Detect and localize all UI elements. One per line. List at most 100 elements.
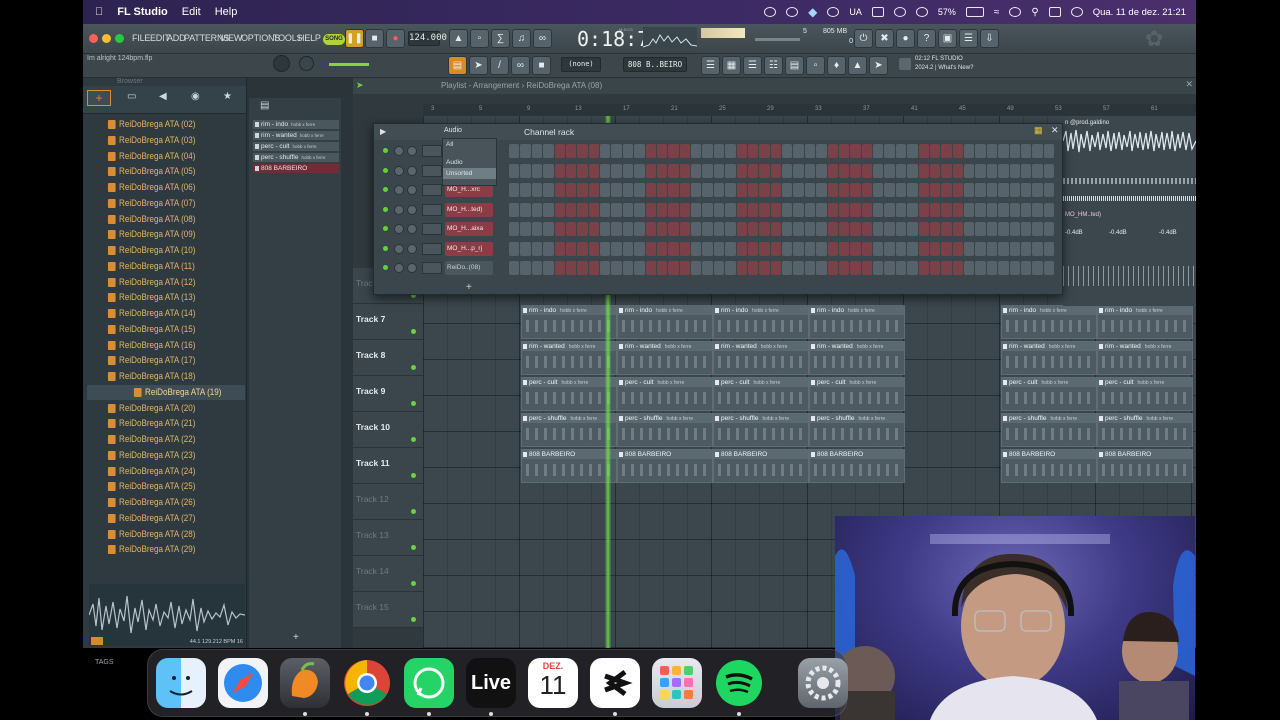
browser-item[interactable]: ReiDoBrega ATA (07) bbox=[107, 196, 195, 211]
step-button[interactable] bbox=[838, 261, 850, 275]
step-button[interactable] bbox=[998, 241, 1009, 256]
step-button[interactable] bbox=[509, 163, 520, 178]
step-button[interactable] bbox=[554, 202, 565, 217]
step-button[interactable] bbox=[850, 241, 861, 256]
metronome-button[interactable]: ▲ bbox=[449, 29, 468, 48]
play-icon[interactable] bbox=[915, 7, 928, 17]
step-button[interactable] bbox=[998, 202, 1009, 217]
step-button[interactable] bbox=[873, 261, 884, 275]
pattern-clip[interactable]: rim - wanted hobb x ferre bbox=[617, 341, 713, 375]
countdown-button[interactable]: ∑ bbox=[491, 29, 510, 48]
step-button[interactable] bbox=[861, 261, 872, 275]
step-button[interactable] bbox=[759, 261, 770, 275]
step-button[interactable] bbox=[565, 261, 577, 275]
step-button[interactable] bbox=[827, 163, 838, 178]
pattern-selector[interactable]: (none) bbox=[561, 57, 601, 72]
step-button[interactable] bbox=[645, 144, 656, 158]
step-button[interactable] bbox=[1032, 163, 1043, 178]
step-button[interactable] bbox=[873, 241, 884, 256]
step-button[interactable] bbox=[964, 163, 975, 178]
channel-mute-led[interactable] bbox=[383, 148, 388, 153]
wifi-icon[interactable]: ≈ bbox=[994, 7, 1000, 18]
step-button[interactable] bbox=[554, 183, 565, 197]
apple-icon[interactable]:  bbox=[95, 6, 103, 18]
step-button[interactable] bbox=[838, 241, 850, 256]
step-button[interactable] bbox=[1009, 183, 1020, 197]
browser-item[interactable]: ReiDoBrega ATA (03) bbox=[107, 133, 195, 148]
pattern-clip[interactable]: 808 BARBEIRO bbox=[713, 449, 809, 483]
master-pitch-knob[interactable] bbox=[299, 56, 314, 71]
step-button[interactable] bbox=[907, 163, 918, 178]
step-button[interactable] bbox=[998, 222, 1009, 236]
step-button[interactable] bbox=[520, 144, 531, 158]
cut-icon[interactable]: ✖ bbox=[875, 29, 894, 48]
step-button[interactable] bbox=[952, 261, 963, 275]
tempo-display[interactable]: 124.000 bbox=[408, 31, 447, 46]
step-button[interactable] bbox=[964, 183, 975, 197]
track-header[interactable]: Track 14 bbox=[353, 556, 423, 592]
help-icon[interactable]: ? bbox=[917, 29, 936, 48]
track-enable-led[interactable] bbox=[411, 401, 416, 406]
step-button[interactable] bbox=[793, 241, 804, 256]
step-button[interactable] bbox=[1009, 241, 1020, 256]
step-button[interactable] bbox=[759, 144, 770, 158]
step-button[interactable] bbox=[1020, 261, 1032, 275]
track-enable-led[interactable] bbox=[411, 473, 416, 478]
step-button[interactable] bbox=[611, 144, 622, 158]
step-button[interactable] bbox=[668, 144, 679, 158]
step-button[interactable] bbox=[736, 183, 747, 197]
pattern-clip[interactable]: rim - wanted hobb x ferre bbox=[521, 341, 617, 375]
menu-view[interactable]: VIEW bbox=[220, 33, 242, 43]
power-icon[interactable]: ⏻ bbox=[854, 29, 873, 48]
step-button[interactable] bbox=[918, 183, 929, 197]
step-button[interactable] bbox=[713, 241, 725, 256]
step-button[interactable] bbox=[520, 222, 531, 236]
step-button[interactable] bbox=[713, 261, 725, 275]
browser-item[interactable]: ReiDoBrega ATA (27) bbox=[107, 511, 195, 526]
pattern-clip[interactable]: perc - shuffle hobb x ferre bbox=[809, 413, 905, 447]
step-button[interactable] bbox=[588, 261, 599, 275]
step-button[interactable] bbox=[736, 144, 747, 158]
step-button[interactable] bbox=[747, 241, 759, 256]
step-button[interactable] bbox=[622, 183, 634, 197]
step-button[interactable] bbox=[827, 183, 838, 197]
step-button[interactable] bbox=[679, 183, 690, 197]
channel-pan-knob[interactable] bbox=[407, 263, 417, 273]
step-button[interactable] bbox=[850, 261, 861, 275]
browser-star-icon[interactable]: ★ bbox=[223, 91, 232, 102]
step-button[interactable] bbox=[691, 241, 702, 256]
pattern-clip[interactable]: rim - indo hobb x ferre bbox=[809, 305, 905, 339]
step-button[interactable] bbox=[804, 261, 816, 275]
pattern-item[interactable]: perc - shuffle hobb x ferre bbox=[253, 153, 339, 162]
step-button[interactable] bbox=[850, 144, 861, 158]
wait-input-button[interactable]: ▫ bbox=[470, 29, 489, 48]
siri-icon[interactable] bbox=[1070, 7, 1083, 17]
step-button[interactable] bbox=[907, 144, 918, 158]
step-button[interactable] bbox=[952, 241, 963, 256]
browser-item[interactable]: ReiDoBrega ATA (08) bbox=[107, 212, 195, 227]
browser-item[interactable]: ReiDoBrega ATA (14) bbox=[107, 306, 195, 321]
pattern-clip[interactable]: rim - indo hobb x ferre bbox=[617, 305, 713, 339]
browser-file-icon[interactable]: ▭ bbox=[127, 91, 136, 102]
step-button[interactable] bbox=[634, 202, 645, 217]
step-button[interactable] bbox=[1020, 163, 1032, 178]
pattern-item[interactable]: rim - indo hobb x ferre bbox=[253, 120, 339, 129]
dropdown-option-unsorted[interactable]: Unsorted bbox=[443, 168, 496, 179]
step-button[interactable] bbox=[725, 261, 736, 275]
step-button[interactable] bbox=[975, 241, 986, 256]
track-enable-led[interactable] bbox=[411, 365, 416, 370]
step-button[interactable] bbox=[702, 222, 713, 236]
step-button[interactable] bbox=[804, 183, 816, 197]
step-button[interactable] bbox=[645, 222, 656, 236]
step-button[interactable] bbox=[634, 222, 645, 236]
channel-pan-knob[interactable] bbox=[407, 243, 417, 254]
step-button[interactable] bbox=[611, 183, 622, 197]
picker-piano-icon[interactable]: ▤ bbox=[260, 100, 269, 111]
step-button[interactable] bbox=[770, 261, 781, 275]
step-button[interactable] bbox=[838, 144, 850, 158]
step-button[interactable] bbox=[725, 241, 736, 256]
picker-add-icon[interactable]: + bbox=[293, 632, 299, 643]
step-button[interactable] bbox=[998, 163, 1009, 178]
step-button[interactable] bbox=[895, 241, 907, 256]
step-button[interactable] bbox=[1009, 261, 1020, 275]
